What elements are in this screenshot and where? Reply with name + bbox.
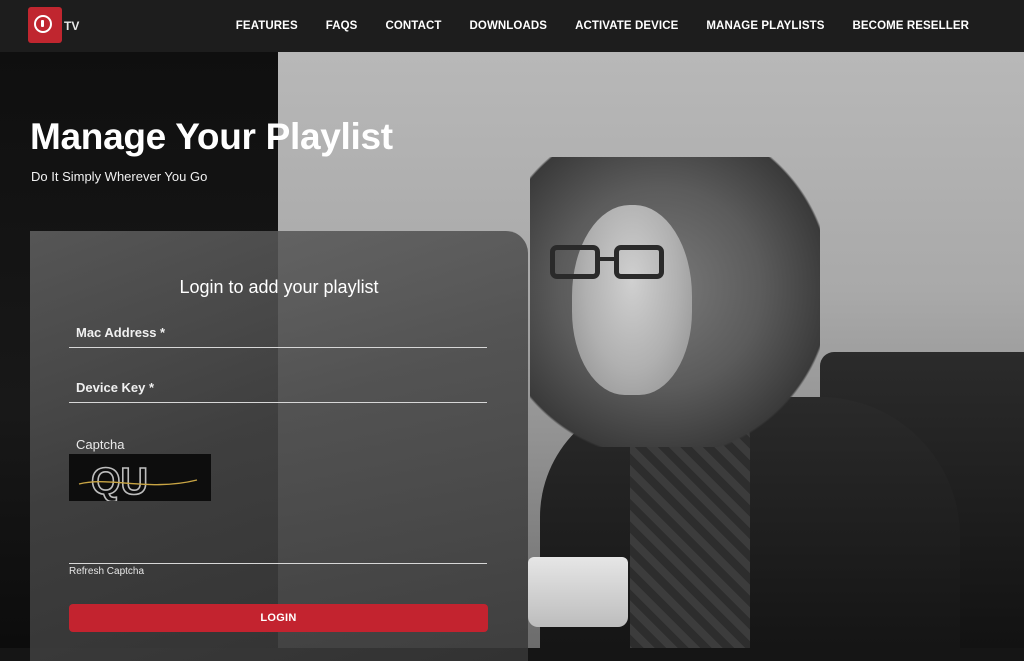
nav-item-features[interactable]: FEATURES [236,20,298,32]
login-button[interactable]: LOGIN [69,604,488,632]
nav-item-become-reseller[interactable]: BECOME RESELLER [852,20,969,32]
page-subtitle: Do It Simply Wherever You Go [31,169,208,184]
main-nav: FEATURES FAQS CONTACT DOWNLOADS ACTIVATE… [236,0,1024,52]
captcha-label: Captcha [76,437,125,452]
nav-item-faqs[interactable]: FAQS [326,20,358,32]
page-title: Manage Your Playlist [30,116,393,157]
nav-item-downloads[interactable]: DOWNLOADS [470,20,548,32]
device-key-input[interactable] [69,372,487,402]
refresh-captcha-link[interactable]: Refresh Captcha [69,566,144,577]
play-ring-logo-icon [28,7,62,43]
mac-address-input[interactable] [69,317,487,347]
person-photo [510,147,980,648]
device-key-field-wrapper [69,372,487,403]
nav-item-activate-device[interactable]: ACTIVATE DEVICE [575,20,678,32]
captcha-image: QU [69,454,211,501]
mug-shape [528,557,628,627]
captcha-input[interactable] [69,533,491,565]
site-logo[interactable]: TV [28,7,88,47]
login-card-title: Login to add your playlist [179,277,379,297]
top-navigation-bar: TV FEATURES FAQS CONTACT DOWNLOADS ACTIV… [0,0,1024,52]
mac-address-field-wrapper [69,317,487,348]
nav-item-manage-playlists[interactable]: MANAGE PLAYLISTS [706,20,824,32]
captcha-field-wrapper [69,533,491,565]
login-card: Login to add your playlist Captcha QU Re… [30,231,528,661]
logo-text: TV [64,19,80,33]
nav-item-contact[interactable]: CONTACT [385,20,441,32]
